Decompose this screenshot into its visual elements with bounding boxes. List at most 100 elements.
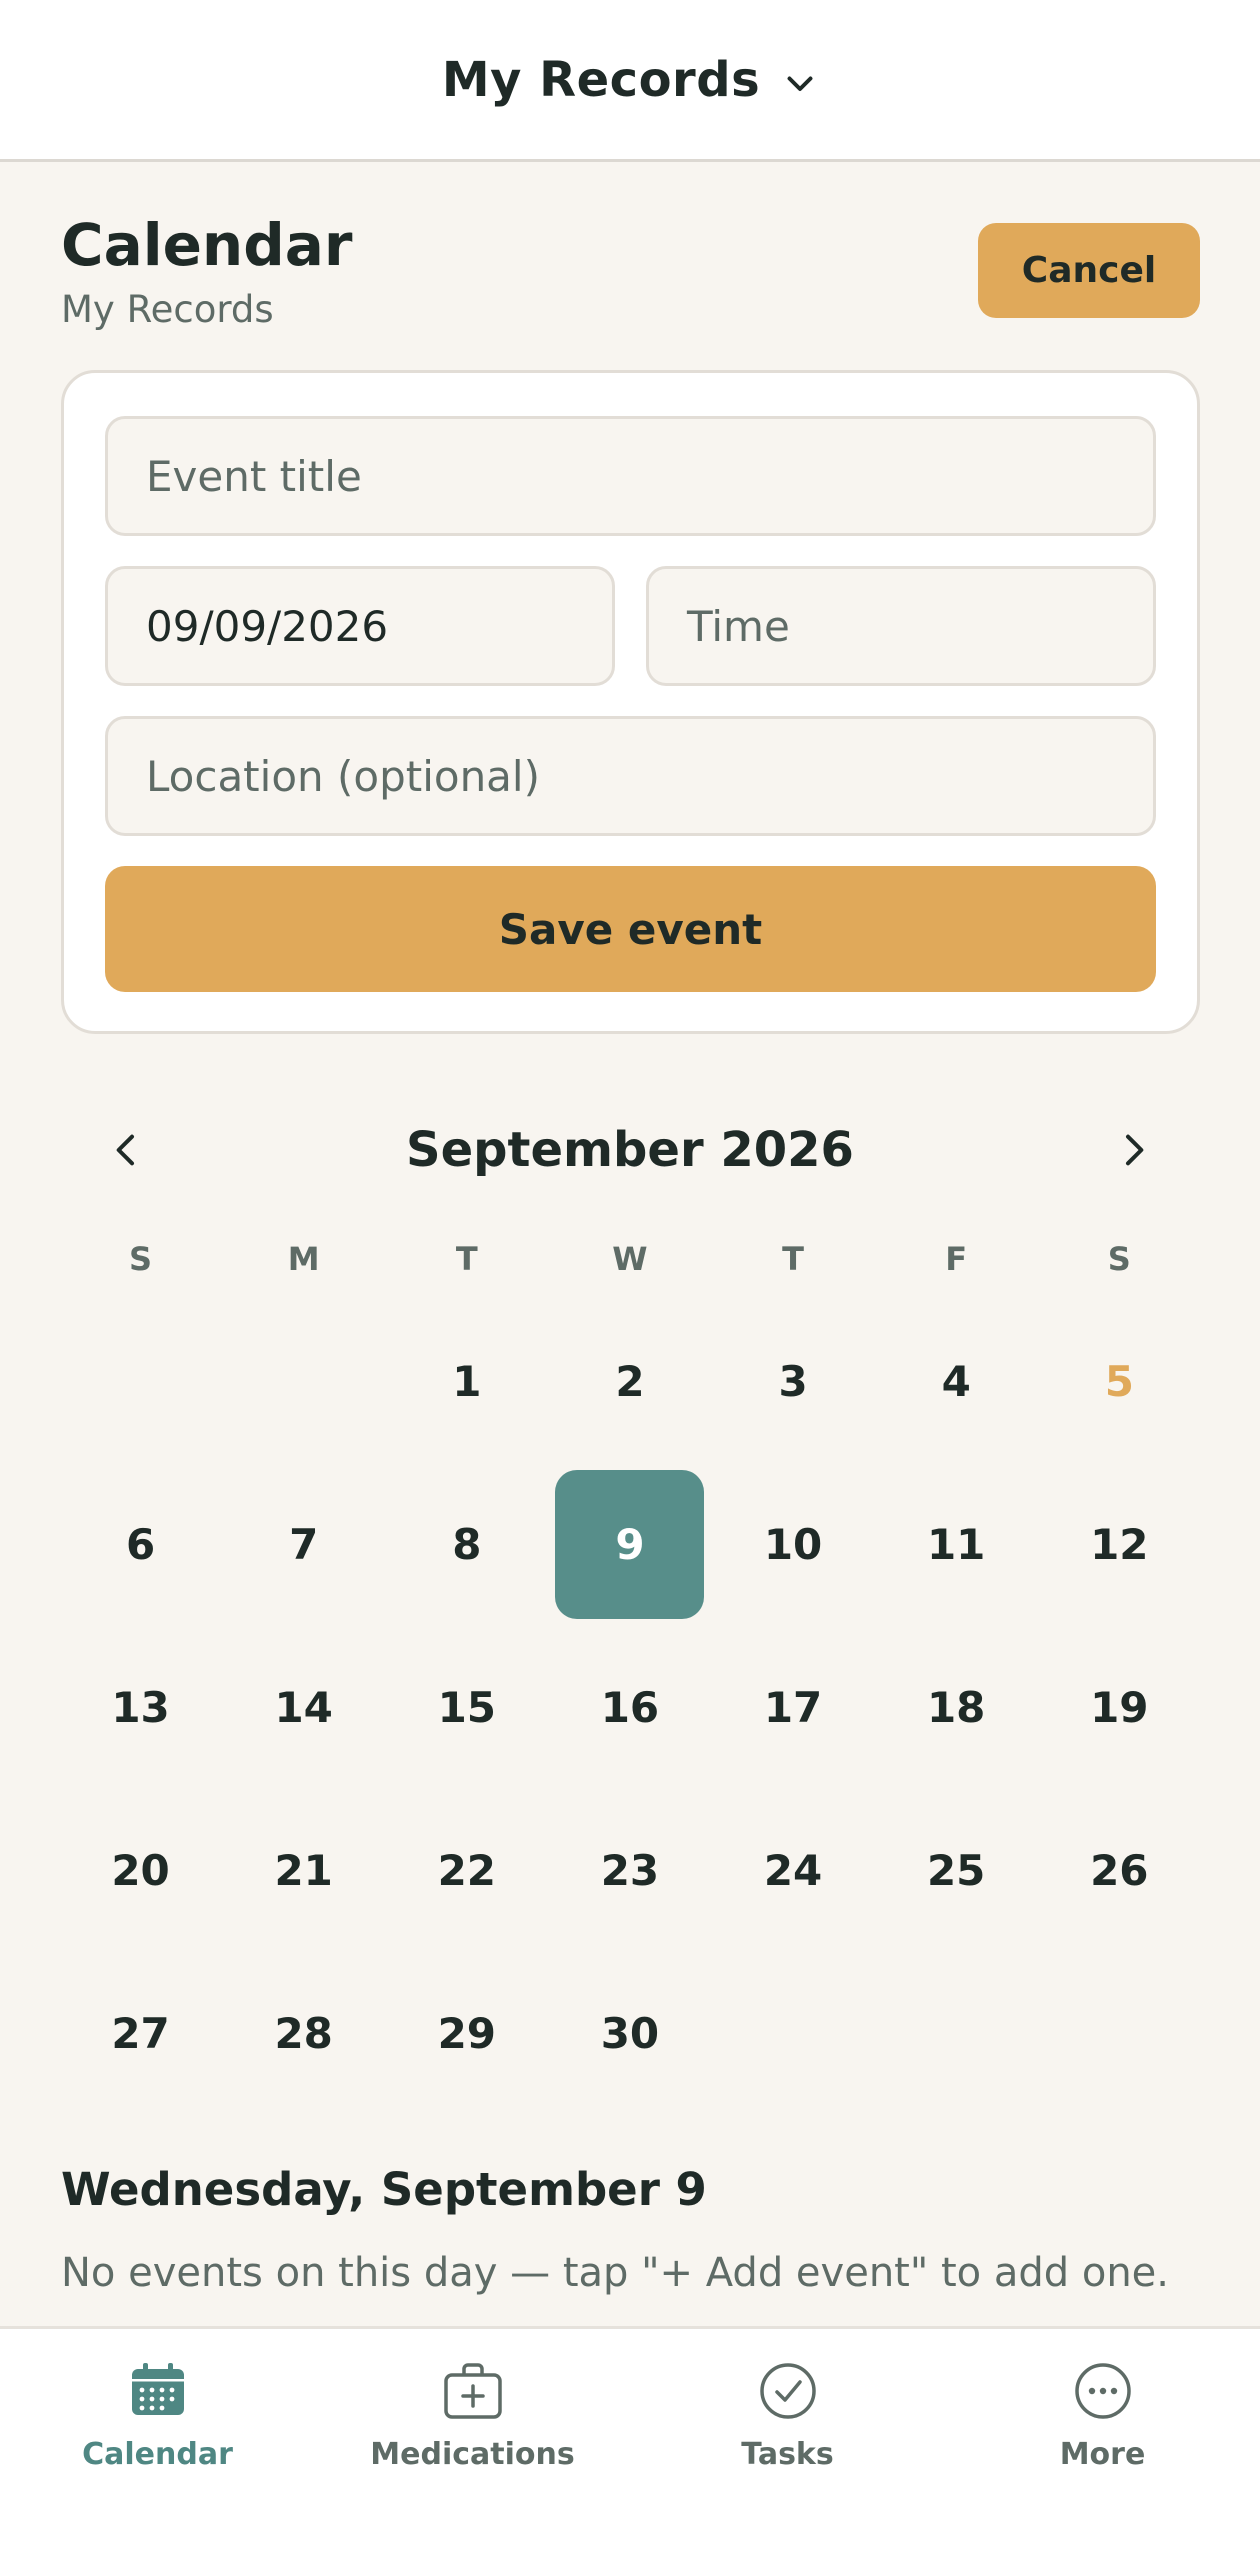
nav-more[interactable]: More — [945, 2329, 1260, 2576]
weekday-label: M — [287, 1240, 320, 1278]
nav-label: Calendar — [82, 2437, 233, 2472]
calendar-week-row: 13 14 15 16 17 18 19 — [59, 1626, 1201, 1789]
calendar-day[interactable]: 1 — [385, 1300, 548, 1463]
calendar-grid: 1 2 3 4 5 6 7 8 9 10 11 12 13 14 15 16 17 18 19 20 21 22 23 24 2… — [59, 1300, 1201, 2115]
calendar-day-number: 26 — [1090, 1846, 1149, 1895]
save-event-button[interactable]: Save event — [105, 866, 1156, 992]
calendar-day[interactable]: 4 — [875, 1300, 1038, 1463]
chevron-right-icon — [1126, 1134, 1144, 1166]
calendar-day[interactable]: 5 — [1038, 1300, 1201, 1463]
calendar-day[interactable]: 26 — [1038, 1789, 1201, 1952]
calendar-day-number: 6 — [125, 1520, 156, 1569]
page-header: Calendar My Records — [61, 208, 352, 331]
calendar-day[interactable]: 11 — [875, 1463, 1038, 1626]
calendar-day[interactable]: 29 — [385, 1952, 548, 2115]
calendar-day[interactable]: 19 — [1038, 1626, 1201, 1789]
calendar-day-number: 22 — [437, 1846, 497, 1895]
weekday-label: W — [612, 1240, 648, 1278]
nav-label: Medications — [370, 2437, 575, 2472]
calendar-day-selected[interactable]: 9 — [548, 1463, 711, 1626]
check-circle-icon — [759, 2363, 816, 2419]
selected-day-heading: Wednesday, September 9 — [61, 2163, 707, 2216]
calendar-day-number: 20 — [111, 1846, 170, 1895]
weekday-label: S — [129, 1240, 153, 1278]
calendar-day-number: 24 — [763, 1846, 823, 1895]
calendar-day-number: 11 — [926, 1520, 986, 1569]
nav-calendar[interactable]: Calendar — [0, 2329, 315, 2576]
calendar-empty-cell — [222, 1300, 385, 1463]
calendar-day[interactable]: 13 — [59, 1626, 222, 1789]
calendar-empty-cell — [875, 1952, 1038, 2115]
weekday-label: S — [1107, 1240, 1131, 1278]
calendar-day[interactable]: 20 — [59, 1789, 222, 1952]
nav-medications[interactable]: Medications — [315, 2329, 630, 2576]
calendar-day-number: 15 — [437, 1683, 497, 1732]
calendar-day-number: 23 — [600, 1846, 660, 1895]
calendar-day[interactable]: 21 — [222, 1789, 385, 1952]
cancel-button[interactable]: Cancel — [978, 223, 1200, 318]
event-title-input[interactable]: Event title — [105, 416, 1156, 536]
top-bar: My Records — [0, 0, 1260, 162]
calendar-day[interactable]: 23 — [548, 1789, 711, 1952]
calendar-day[interactable]: 10 — [712, 1463, 875, 1626]
page-title: Calendar — [61, 211, 353, 279]
calendar-week-row: 1 2 3 4 5 — [59, 1300, 1201, 1463]
calendar-day-number: 7 — [289, 1520, 319, 1569]
weekday-label: F — [945, 1240, 968, 1278]
calendar-day[interactable]: 14 — [222, 1626, 385, 1789]
calendar-day-number: 16 — [600, 1683, 660, 1732]
calendar-day[interactable]: 12 — [1038, 1463, 1201, 1626]
event-form-card: Event title 09/09/2026 Time Location (op… — [61, 370, 1200, 1034]
calendar-day[interactable]: 24 — [712, 1789, 875, 1952]
calendar-day[interactable]: 7 — [222, 1463, 385, 1626]
medical-kit-icon — [443, 2363, 502, 2419]
nav-tasks[interactable]: Tasks — [630, 2329, 945, 2576]
event-location-input[interactable]: Location (optional) — [105, 716, 1156, 836]
calendar-day[interactable]: 25 — [875, 1789, 1038, 1952]
calendar-day-number: 14 — [274, 1683, 333, 1732]
page-subtitle: My Records — [61, 288, 274, 331]
event-time-input[interactable]: Time — [646, 566, 1156, 686]
calendar-day[interactable]: 22 — [385, 1789, 548, 1952]
calendar-week-row: 20 21 22 23 24 25 26 — [59, 1789, 1201, 1952]
weekday-label: T — [455, 1240, 478, 1278]
calendar-day[interactable]: 15 — [385, 1626, 548, 1789]
chevron-left-icon — [116, 1134, 134, 1166]
weekday-header: S M T W T F S — [59, 1240, 1201, 1290]
calendar-empty-cell — [712, 1952, 875, 2115]
calendar-day[interactable]: 2 — [548, 1300, 711, 1463]
month-label: September 2026 — [406, 1122, 854, 1178]
calendar-week-row: 6 7 8 9 10 11 12 — [59, 1463, 1201, 1626]
calendar-day-number: 28 — [274, 2009, 333, 2058]
calendar-day[interactable]: 18 — [875, 1626, 1038, 1789]
calendar-day[interactable]: 8 — [385, 1463, 548, 1626]
calendar-day-number: 29 — [437, 2009, 497, 2058]
records-switcher-title[interactable]: My Records — [442, 52, 760, 108]
calendar-day-number: 13 — [111, 1683, 170, 1732]
calendar-day-number: 10 — [763, 1520, 823, 1569]
calendar-day[interactable]: 30 — [548, 1952, 711, 2115]
event-date-input[interactable]: 09/09/2026 — [105, 566, 615, 686]
calendar-day-number: 17 — [763, 1683, 823, 1732]
calendar-day-number: 12 — [1090, 1520, 1149, 1569]
nav-label: More — [1059, 2437, 1146, 2472]
empty-events-message: No events on this day — tap "+ Add event… — [61, 2250, 1169, 2296]
calendar-day[interactable]: 6 — [59, 1463, 222, 1626]
calendar-empty-cell — [1038, 1952, 1201, 2115]
calendar-day-number: 18 — [926, 1683, 986, 1732]
previous-month-button[interactable] — [95, 1118, 159, 1182]
more-icon — [1074, 2363, 1131, 2419]
calendar-empty-cell — [59, 1300, 222, 1463]
chevron-down-icon[interactable] — [782, 65, 818, 101]
calendar-day[interactable]: 27 — [59, 1952, 222, 2115]
weekday-label: T — [782, 1240, 804, 1278]
next-month-button[interactable] — [1101, 1118, 1165, 1182]
calendar-day[interactable]: 28 — [222, 1952, 385, 2115]
calendar-day[interactable]: 17 — [712, 1626, 875, 1789]
calendar-day[interactable]: 16 — [548, 1626, 711, 1789]
calendar-day[interactable]: 3 — [712, 1300, 875, 1463]
calendar-day-number: 8 — [452, 1520, 482, 1569]
calendar-day-number: 21 — [274, 1846, 333, 1895]
calendar-day-number: 5 — [1104, 1357, 1134, 1406]
calendar-day-number: 19 — [1090, 1683, 1149, 1732]
